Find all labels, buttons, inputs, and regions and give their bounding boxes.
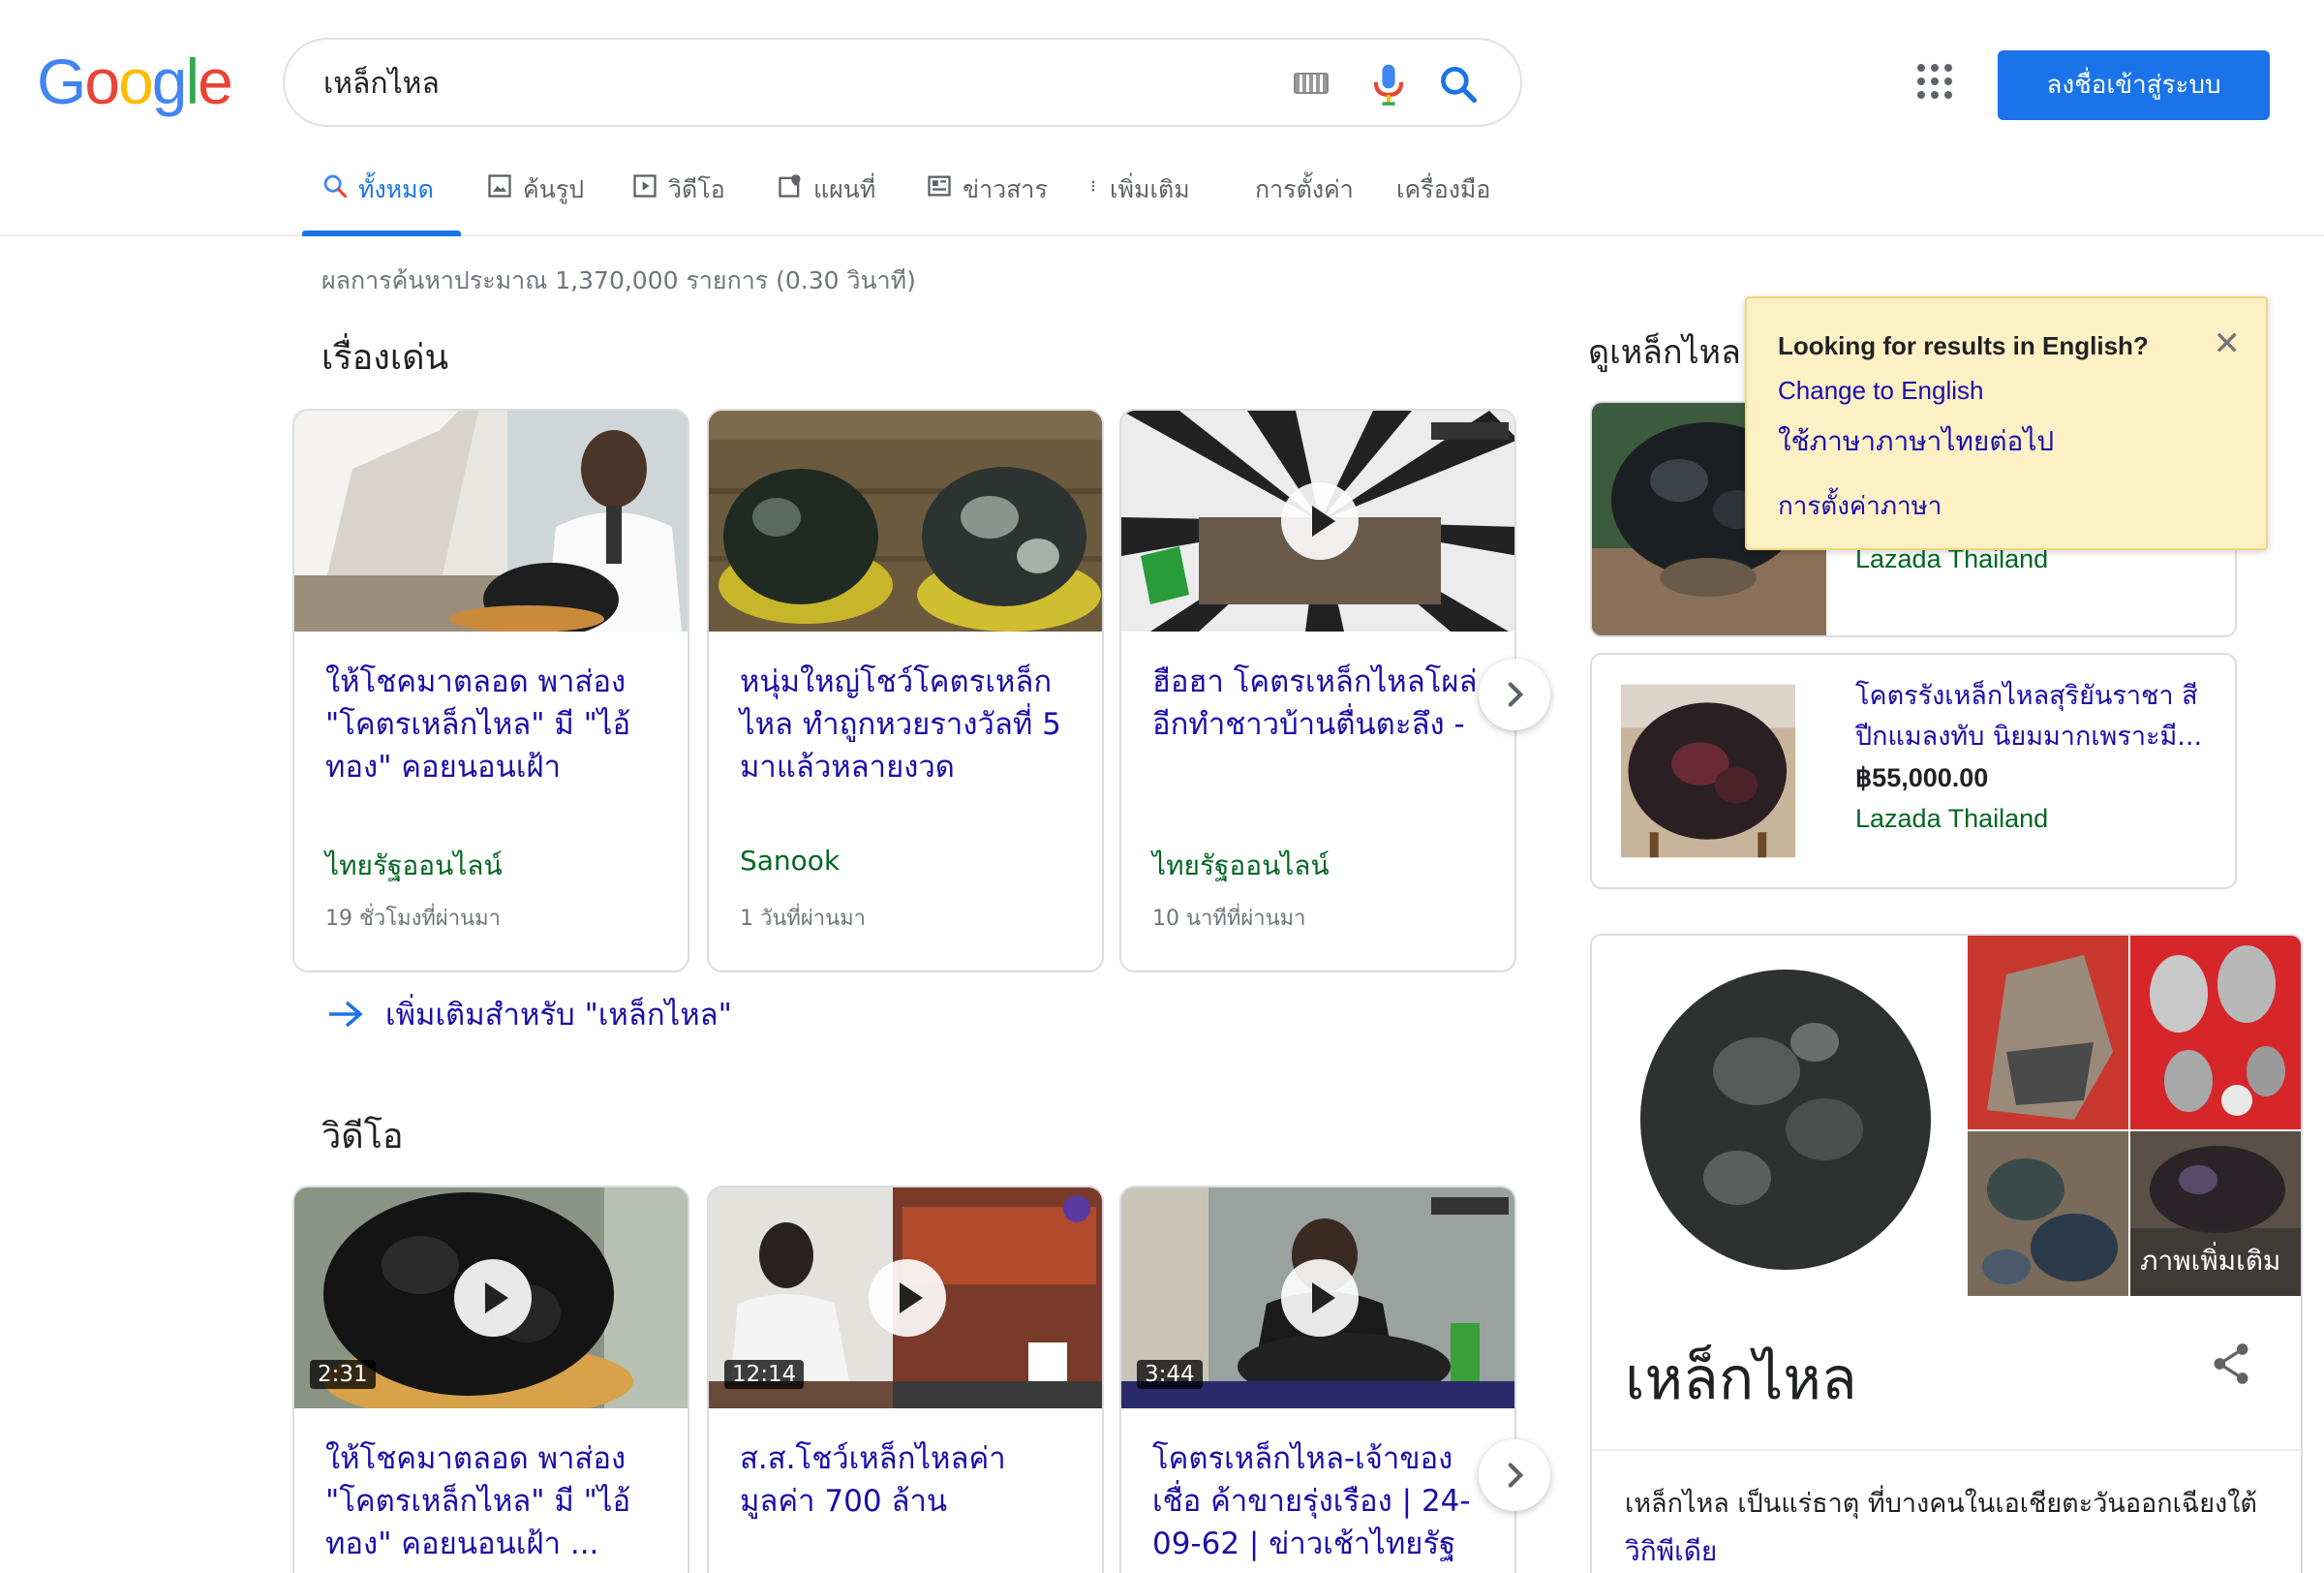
video-duration: 3:44 [1137,1360,1203,1389]
knowledge-image[interactable] [1968,936,2128,1129]
product-title[interactable]: โคตรรังเหล็กไหลสุริยันราชา สีปีกแมลงทับ … [1855,676,2223,757]
tab-label: การตั้งค่า [1255,175,1354,203]
video-card[interactable]: 12:14 ส.ส.โชว์เหล็กไหลค่ามูลค่า 700 ล้าน [707,1186,1104,1573]
change-to-english-link[interactable]: Change to English [1778,376,1983,406]
tab-images[interactable]: ค้นรูป [486,170,584,236]
news-title[interactable]: ให้โชคมาตลอด พาส่อง "โคตรเหล็กไหล" มี "ไ… [325,661,664,788]
share-icon[interactable] [2212,1342,2250,1385]
video-title[interactable]: โคตรเหล็กไหล-เจ้าของเชื่อ ค้าขายรุ่งเรือ… [1152,1437,1491,1565]
active-tab-indicator [302,231,461,236]
knowledge-panel: ภาพเพิ่มเติม เหล็กไหล เหล็กไหล เป็นแร่ธา… [1590,934,2303,1573]
news-time: 1 วันที่ผ่านมา [740,907,867,931]
video-title[interactable]: ให้โชคมาตลอด พาส่อง "โคตรเหล็กไหล" มี "ไ… [325,1437,664,1565]
tab-news[interactable]: ข่าวสาร [926,170,1048,236]
signin-button[interactable]: ลงชื่อเข้าสู่ระบบ [1998,50,2270,120]
news-source: Sanook [740,845,841,877]
product-price: ฿55,000.00 [1855,763,1989,792]
search-input[interactable] [323,59,1234,108]
apps-grid-icon[interactable] [1917,64,1952,99]
play-icon[interactable] [1281,482,1359,560]
knowledge-image[interactable] [1968,1131,2128,1296]
tab-label: วิดีโอ [668,175,725,203]
store-name: Lazada Thailand [1855,804,2049,833]
video-duration: 12:14 [724,1360,805,1389]
tab-maps[interactable]: แผนที่ [777,170,875,236]
knowledge-image[interactable] [2130,936,2303,1129]
arrow-right-icon [329,1001,363,1028]
tab-videos[interactable]: วิดีโอ [631,170,725,236]
tab-tools[interactable]: เครื่องมือ [1396,170,1490,236]
divider [1592,1449,2301,1451]
language-suggestion-popup: Looking for results in English? ✕ Change… [1745,296,2268,550]
news-time: 19 ชั่วโมงที่ผ่านมา [325,907,501,931]
tab-label: ข่าวสาร [963,175,1048,203]
play-icon[interactable] [454,1259,532,1337]
news-title[interactable]: หนุ่มใหญ่โชว์โคตรเหล็กไหล ทำถูกหวยรางวัล… [740,661,1079,788]
knowledge-title: เหล็กไหล [1625,1345,1857,1413]
product-image [1621,684,1795,858]
more-vert-icon [1091,180,1095,192]
knowledge-main-image[interactable] [1592,936,1966,1296]
tab-label: ทั้งหมด [358,175,434,203]
tab-label: แผนที่ [813,175,876,203]
image-icon [488,174,511,198]
wikipedia-link[interactable]: วิกิพีเดีย [1625,1530,1717,1573]
tab-label: เพิ่มเติม [1110,175,1190,203]
news-thumbnail [709,411,1102,632]
news-card[interactable]: ฮือฮา โคตรเหล็กไหลโผล่ อีกทำชาวบ้านตื่นต… [1119,409,1516,972]
more-news-link[interactable]: เพิ่มเติมสำหรับ "เหล็กไหล" [327,990,732,1038]
news-card[interactable]: ให้โชคมาตลอด พาส่อง "โคตรเหล็กไหล" มี "ไ… [292,409,689,972]
search-icon[interactable] [1437,63,1480,106]
video-card[interactable]: 3:44 โคตรเหล็กไหล-เจ้าของเชื่อ ค้าขายรุ่… [1119,1186,1516,1573]
map-icon [779,174,801,198]
mic-icon[interactable] [1369,63,1408,108]
videos-heading: วิดีโอ [321,1117,404,1157]
news-time: 10 นาทีที่ผ่านมา [1152,907,1306,931]
search-box [283,38,1522,127]
chevron-right-icon [1508,682,1524,707]
language-settings-link[interactable]: การตั้งค่าภาษา [1778,486,1942,526]
news-card[interactable]: หนุ่มใหญ่โชว์โคตรเหล็กไหล ทำถูกหวยรางวัล… [707,409,1104,972]
tab-label: ค้นรูป [523,175,585,203]
play-icon[interactable] [869,1259,946,1337]
video-duration: 2:31 [310,1360,376,1389]
video-card[interactable]: 2:31 ให้โชคมาตลอด พาส่อง "โคตรเหล็กไหล" … [292,1186,689,1573]
shopping-item[interactable]: โคตรรังเหล็กไหลสุริยันราชา สีปีกแมลงทับ … [1590,653,2237,889]
language-question: Looking for results in English? [1778,331,2149,360]
keep-thai-link[interactable]: ใช้ภาษาภาษาไทยต่อไป [1778,420,2054,463]
more-news-label: เพิ่มเติมสำหรับ "เหล็กไหล" [385,998,732,1033]
news-title[interactable]: ฮือฮา โคตรเหล็กไหลโผล่ อีกทำชาวบ้านตื่นต… [1152,661,1491,746]
tab-settings[interactable]: การตั้งค่า [1255,170,1354,236]
video-title[interactable]: ส.ส.โชว์เหล็กไหลค่ามูลค่า 700 ล้าน [740,1437,1079,1523]
news-source: ไทยรัฐออนไลน์ [1152,849,1330,881]
knowledge-description: เหล็กไหล เป็นแร่ธาตุ ที่บางคนในเอเชียตะว… [1625,1489,2257,1519]
news-thumbnail [294,411,688,632]
top-stories-heading: เรื่องเด่น [321,338,449,378]
video-icon [633,174,657,198]
header: Google ลงชื่อเข้าสู่ระบบ ทั้งหมด ค้นรูป [0,0,2324,236]
shopping-heading: ดูเหล็กไหล [1588,333,1741,372]
result-stats: ผลการค้นหาประมาณ 1,370,000 รายการ (0.30 … [321,266,916,294]
next-arrow-button[interactable] [1479,1439,1550,1511]
news-icon [928,175,951,197]
search-icon [323,174,348,199]
close-icon[interactable]: ✕ [2214,327,2242,360]
more-images-link[interactable]: ภาพเพิ่มเติม [2140,1240,2280,1282]
news-source: ไทยรัฐออนไลน์ [325,849,503,881]
next-arrow-button[interactable] [1479,659,1550,730]
play-icon[interactable] [1281,1259,1359,1337]
google-logo[interactable]: Google [37,45,233,118]
chevron-right-icon [1508,1463,1524,1488]
tab-label: เครื่องมือ [1396,175,1491,203]
keyboard-icon[interactable] [1294,73,1329,94]
tab-all[interactable]: ทั้งหมด [321,170,434,236]
tab-more[interactable]: เพิ่มเติม [1086,170,1190,236]
